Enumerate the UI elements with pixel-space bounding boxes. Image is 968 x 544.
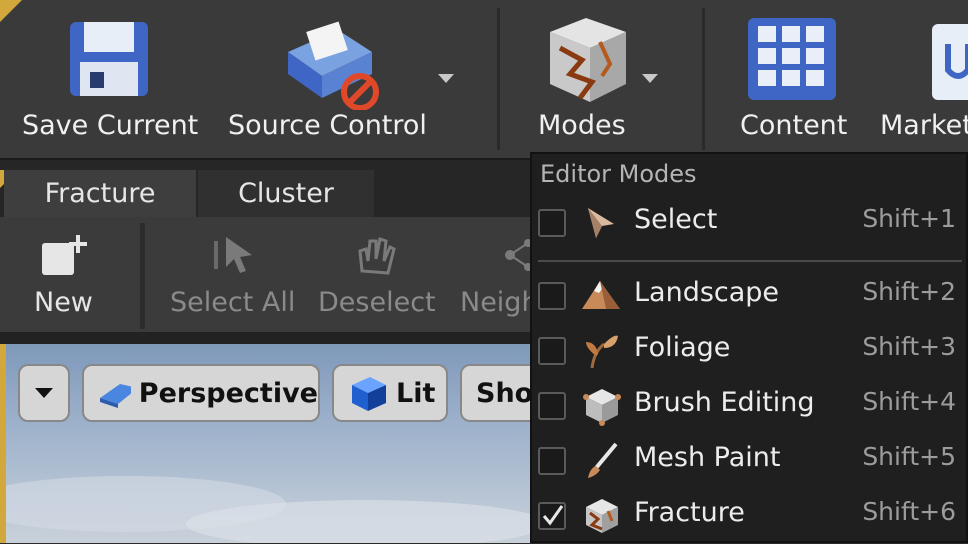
menu-item-label: Landscape (634, 277, 780, 308)
viewport-options-dropdown[interactable] (18, 364, 70, 422)
panel-divider (0, 332, 530, 344)
menu-item-fracture[interactable]: Fracture Shift+6 (532, 489, 966, 544)
fracture-actions-bar: New Select All Deselect Neigh (0, 217, 530, 332)
menu-divider (538, 260, 962, 262)
actions-separator (140, 223, 145, 329)
menu-item-mesh-paint[interactable]: Mesh Paint Shift+5 (532, 434, 966, 489)
content-label: Content (740, 110, 848, 141)
new-button[interactable]: New (0, 217, 140, 332)
checkbox[interactable] (538, 282, 566, 310)
show-flags-button[interactable]: Sho (460, 364, 530, 422)
menu-header: Editor Modes (540, 160, 697, 188)
menu-item-shortcut: Shift+3 (862, 332, 956, 361)
menu-item-select[interactable]: Select Shift+1 (532, 196, 966, 251)
paintbrush-icon (588, 442, 618, 478)
tab-cluster[interactable]: Cluster (198, 170, 374, 217)
menu-item-brush-editing[interactable]: Brush Editing Shift+4 (532, 379, 966, 434)
mountain-icon (582, 281, 620, 309)
chevron-down-icon (35, 388, 53, 398)
content-button[interactable]: Content (726, 0, 866, 158)
tab-fracture[interactable]: Fracture (4, 170, 196, 217)
deselect-button[interactable]: Deselect (310, 217, 445, 332)
neighbors-label: Neigh (460, 287, 530, 318)
lit-sphere-icon (352, 377, 386, 411)
floppy-disk-icon (70, 22, 148, 96)
deselect-hand-icon (358, 237, 396, 275)
source-control-icon (288, 21, 379, 110)
checkbox[interactable] (538, 209, 566, 237)
select-all-button[interactable]: Select All (160, 217, 305, 332)
select-neighbors-button[interactable]: Neigh (450, 217, 530, 332)
menu-item-label: Select (634, 204, 718, 235)
menu-item-foliage[interactable]: Foliage Shift+3 (532, 324, 966, 379)
new-item-icon (42, 235, 87, 275)
menu-item-shortcut: Shift+6 (862, 497, 956, 526)
marketplace-button[interactable]: Market (876, 0, 968, 158)
checkbox[interactable] (538, 392, 566, 420)
checkbox[interactable] (538, 337, 566, 365)
menu-item-shortcut: Shift+2 (862, 277, 956, 306)
menu-item-shortcut: Shift+5 (862, 442, 956, 471)
editor-modes-menu: Editor Modes Select Shift+1 Landscape Sh… (530, 152, 968, 543)
menu-item-label: Mesh Paint (634, 442, 781, 473)
main-toolbar: Save Current Source Control Modes Conten… (0, 0, 968, 160)
perspective-label: Perspective (138, 377, 318, 409)
show-label: Sho (476, 377, 530, 409)
marketplace-label: Market (880, 110, 968, 141)
fracture-tab-bar: Fracture Cluster (0, 160, 530, 217)
perspective-button[interactable]: Perspective (82, 364, 320, 422)
new-label: New (34, 287, 93, 318)
leaf-icon (586, 335, 618, 369)
checkbox-checked[interactable] (538, 502, 566, 530)
content-browser-icon (748, 18, 836, 100)
menu-item-shortcut: Shift+4 (862, 387, 956, 416)
menu-item-label: Brush Editing (634, 387, 815, 418)
menu-item-landscape[interactable]: Landscape Shift+2 (532, 269, 966, 324)
lit-label: Lit (396, 377, 436, 409)
modes-label: Modes (538, 110, 626, 141)
source-control-button[interactable]: Source Control (220, 0, 430, 158)
modes-dropdown-arrow[interactable] (642, 74, 658, 83)
select-all-cursor-icon (214, 237, 252, 273)
save-current-label: Save Current (22, 110, 199, 141)
checkbox[interactable] (538, 447, 566, 475)
lit-view-mode-button[interactable]: Lit (332, 364, 448, 422)
toolbar-separator (702, 8, 705, 150)
perspective-view-icon (100, 384, 131, 408)
sky-clouds (6, 476, 530, 543)
checkmark-icon (542, 505, 564, 526)
fractured-cube-icon (586, 499, 618, 533)
deselect-label: Deselect (318, 287, 436, 318)
menu-item-shortcut: Shift+1 (862, 204, 956, 233)
source-control-dropdown-arrow[interactable] (438, 74, 454, 83)
marketplace-icon (932, 24, 968, 100)
cube-icon (583, 389, 621, 426)
save-current-button[interactable]: Save Current (10, 0, 205, 158)
cursor-arrow-icon (588, 208, 614, 238)
select-all-label: Select All (170, 287, 296, 318)
neighbors-nodes-icon (505, 239, 530, 271)
menu-item-label: Foliage (634, 332, 731, 363)
toolbar-separator (497, 8, 500, 150)
menu-item-label: Fracture (634, 497, 745, 528)
fractured-cube-icon (550, 18, 626, 102)
source-control-label: Source Control (228, 110, 427, 141)
